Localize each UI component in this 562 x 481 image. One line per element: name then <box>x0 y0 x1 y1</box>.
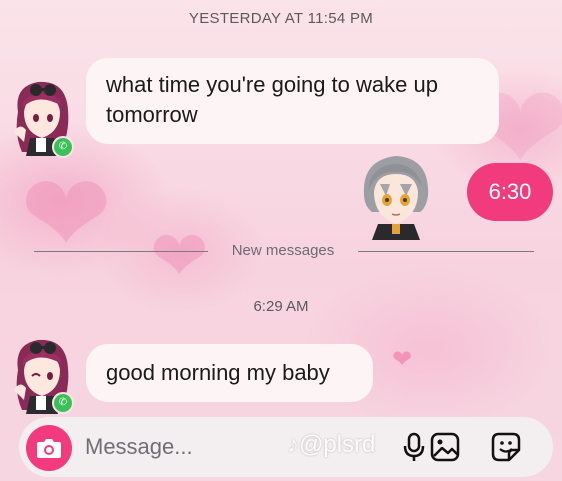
phone-icon: ✆ <box>52 136 74 158</box>
heart-decoration: ❤ <box>392 346 413 373</box>
camera-icon <box>37 439 61 458</box>
contact-avatar[interactable]: ✆ <box>8 72 74 158</box>
message-input[interactable] <box>85 433 265 461</box>
timestamp-yesterday: YESTERDAY AT 11:54 PM <box>188 10 374 27</box>
heart-decoration: ❤ <box>20 153 113 276</box>
contact-avatar[interactable]: ✆ <box>8 330 74 416</box>
outgoing-message-bubble[interactable]: 6:30 <box>467 163 553 221</box>
incoming-message-bubble[interactable]: good morning my baby <box>86 344 373 402</box>
image-icon[interactable] <box>428 430 462 464</box>
new-messages-label: New messages <box>231 242 335 259</box>
divider-line <box>34 251 208 252</box>
camera-button[interactable] <box>26 425 72 471</box>
heart-decoration: ❤ <box>150 217 209 295</box>
message-composer: ♪@plsrd <box>19 417 553 477</box>
watermark: ♪@plsrd <box>287 431 376 458</box>
divider-line <box>358 251 534 252</box>
timestamp-today: 6:29 AM <box>253 298 309 315</box>
incoming-message-bubble[interactable]: what time you're going to wake up tomorr… <box>86 58 499 144</box>
phone-icon: ✆ <box>52 392 74 414</box>
user-avatar[interactable] <box>354 150 438 240</box>
microphone-icon[interactable] <box>397 430 431 464</box>
sticker-icon[interactable] <box>489 430 523 464</box>
